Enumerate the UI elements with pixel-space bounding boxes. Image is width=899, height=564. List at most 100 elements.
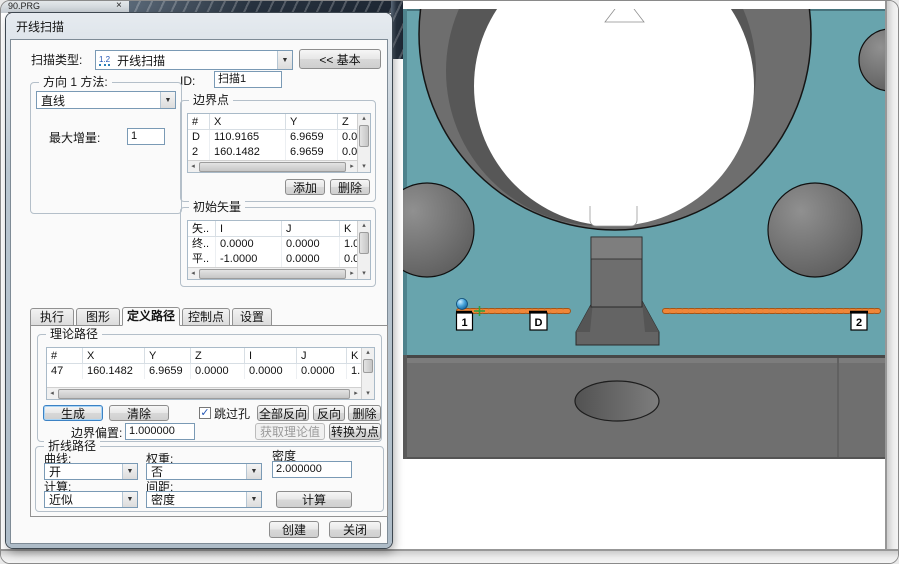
tab-define-path[interactable]: 定义路径 [122,307,180,326]
scroll-up-icon[interactable]: ▴ [362,348,374,358]
cad-3d-viewport[interactable]: 1 D 2 [403,9,885,549]
close-icon[interactable]: × [116,0,122,12]
skip-holes-label: 跳过孔 [214,407,250,421]
col-header: # [188,114,210,129]
scan-type-select[interactable]: 1.2 开线扫描 ▼ [95,50,293,70]
dialog-body: 扫描类型: 1.2 开线扫描 ▼ << 基本 ID: 扫描1 方向 1 方法: … [10,39,388,544]
vertical-scrollbar[interactable]: ▴ ▾ [361,348,374,399]
scan-type-value: 开线扫描 [113,52,277,69]
program-tab[interactable]: 90.PRG [8,1,40,13]
scan-type-icon: 1.2 [99,55,110,66]
scroll-down-icon[interactable]: ▾ [362,389,374,399]
horizontal-scrollbar[interactable]: ◂ ▸ [47,387,361,399]
theoretical-path-table: # X Y Z I J K 47 160.1482 6.9659 0 [46,347,375,400]
direction1-legend: 方向 1 方法: [39,75,112,90]
chevron-down-icon: ▼ [246,492,261,507]
open-line-scan-dialog: 开线扫描 扫描类型: 1.2 开线扫描 ▼ << 基本 ID: 扫描1 方向 1… [6,13,392,548]
col-header: I [245,348,297,363]
initial-vector-table: 矢.. I J K 终.. 0.0000 0.0000 1.0000 平.. -… [187,220,371,280]
boundary-points-table: # X Y Z D 110.9165 6.9659 0.0000 2 160.1… [187,113,371,173]
scroll-right-icon[interactable]: ▸ [347,162,357,172]
max-increment-label: 最大增量: [49,131,100,145]
delete-point-button[interactable]: 删除 [330,179,370,195]
initial-vector-group: 初始矢量 矢.. I J K 终.. 0.0000 0.0000 1.0000 [180,207,376,287]
basic-toggle-button[interactable]: << 基本 [299,49,381,69]
generate-button[interactable]: 生成 [43,405,103,421]
front-face-hole [575,381,659,421]
chevron-down-icon: ▼ [160,92,175,108]
initial-vector-legend: 初始矢量 [189,200,245,215]
table-row[interactable]: D 110.9165 6.9659 0.0000 [188,130,370,145]
table-header: # X Y Z [188,114,370,130]
right-boss-circle [768,183,862,277]
direction1-group: 方向 1 方法: 直线 ▼ 最大增量: 1 [30,82,182,214]
scroll-left-icon[interactable]: ◂ [188,269,198,279]
delete-button[interactable]: 删除 [348,405,381,421]
convert-to-points-button[interactable]: 转换为点 [329,423,381,440]
probe-ball [457,299,468,310]
scroll-thumb[interactable] [199,162,346,172]
boundary-offset-input[interactable]: 1.000000 [125,423,195,440]
col-header: X [83,348,145,363]
id-input[interactable]: 扫描1 [214,71,282,88]
direction1-method-select[interactable]: 直线 ▼ [36,91,176,109]
scroll-thumb[interactable] [363,359,373,373]
get-theoretical-button: 获取理论值 [255,423,325,440]
weight-value: 否 [147,463,246,480]
scroll-thumb[interactable] [359,125,369,147]
vertical-scrollbar[interactable]: ▴ ▾ [357,114,370,172]
marker-start: 1 [456,312,473,330]
marker-end: 2 [850,312,868,330]
table-header: # X Y Z I J K [47,348,374,364]
horizontal-scrollbar[interactable]: ◂ ▸ [188,160,357,172]
scroll-left-icon[interactable]: ◂ [188,162,198,172]
table-row[interactable]: 平.. -1.0000 0.0000 0.0000 [188,252,370,267]
table-row[interactable]: 2 160.1482 6.9659 0.0000 [188,145,370,160]
boundary-offset-label: 边界偏置: [71,426,122,440]
marker-direction: D [529,312,547,330]
reverse-button[interactable]: 反向 [313,405,345,421]
tab-control-points[interactable]: 控制点 [182,308,230,326]
skip-holes-checkbox[interactable]: ✓ [199,407,211,419]
scroll-down-icon[interactable]: ▾ [358,269,370,279]
create-button[interactable]: 创建 [269,521,319,538]
scroll-right-icon[interactable]: ▸ [351,389,361,399]
scroll-left-icon[interactable]: ◂ [47,389,57,399]
col-header: Y [286,114,338,129]
theoretical-path-legend: 理论路径 [46,327,102,342]
tab-execute[interactable]: 执行 [30,308,74,326]
scroll-down-icon[interactable]: ▾ [358,162,370,172]
close-button[interactable]: 关闭 [329,521,381,538]
scroll-thumb[interactable] [199,269,346,279]
max-increment-input[interactable]: 1 [127,128,165,145]
table-row[interactable]: 终.. 0.0000 0.0000 1.0000 [188,237,370,252]
add-point-button[interactable]: 添加 [285,179,325,195]
scroll-up-icon[interactable]: ▴ [358,221,370,231]
tab-settings[interactable]: 设置 [232,308,272,326]
app-background [391,1,403,59]
compute-button[interactable]: 计算 [276,491,352,508]
scroll-thumb[interactable] [58,389,350,399]
scroll-up-icon[interactable]: ▴ [358,114,370,124]
col-header: Y [145,348,191,363]
tab-graphics[interactable]: 图形 [76,308,120,326]
curve-value: 开 [45,463,122,480]
id-label: ID: [180,74,195,88]
col-header: # [47,348,83,363]
theoretical-path-group: 理论路径 # X Y Z I J K 47 16 [37,334,382,442]
scan-type-label: 扫描类型: [31,53,82,67]
density-input[interactable]: 2.000000 [272,461,352,478]
weight-select[interactable]: 否 ▼ [146,463,262,480]
scroll-right-icon[interactable]: ▸ [347,269,357,279]
vertical-scrollbar[interactable]: ▴ ▾ [357,221,370,279]
curve-select[interactable]: 开 ▼ [44,463,138,480]
table-row[interactable]: 47 160.1482 6.9659 0.0000 0.0000 0.0000 … [47,364,374,379]
clear-button[interactable]: 清除 [109,405,169,421]
compute-method-select[interactable]: 近似 ▼ [44,491,138,508]
reverse-all-button[interactable]: 全部反向 [257,405,309,421]
horizontal-scrollbar[interactable]: ◂ ▸ [188,267,357,279]
col-header: J [297,348,347,363]
spacing-select[interactable]: 密度 ▼ [146,491,262,508]
chevron-down-icon: ▼ [246,464,261,479]
scroll-thumb[interactable] [359,232,369,254]
